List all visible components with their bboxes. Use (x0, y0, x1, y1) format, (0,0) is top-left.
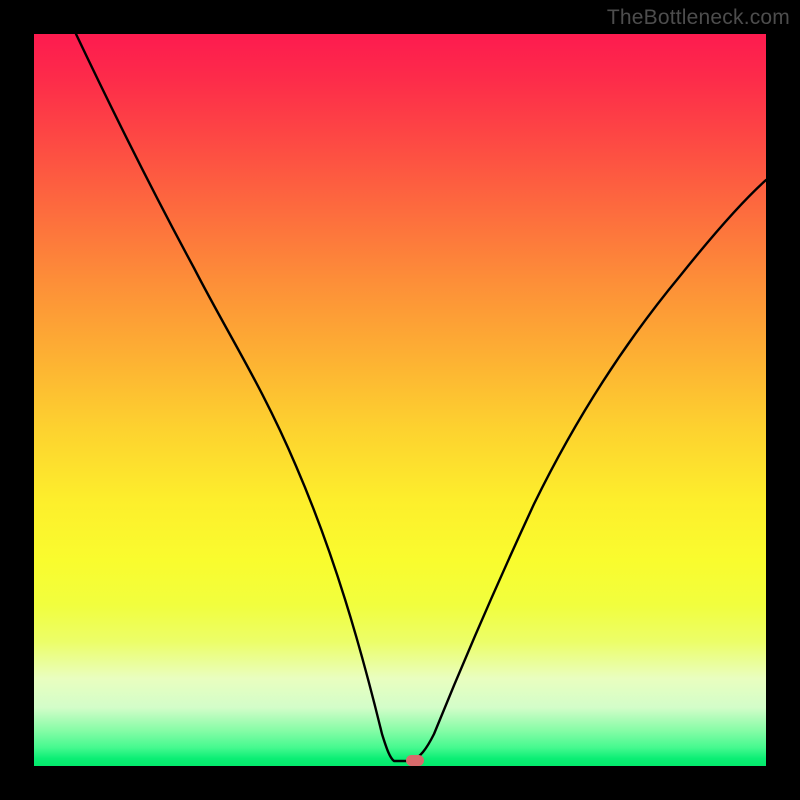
bottleneck-marker (406, 755, 424, 766)
bottleneck-curve-left (76, 34, 412, 761)
chart-frame: TheBottleneck.com (0, 0, 800, 800)
bottleneck-curve-right (412, 180, 766, 761)
watermark-text: TheBottleneck.com (607, 6, 790, 30)
plot-area (34, 34, 766, 766)
curve-layer (34, 34, 766, 766)
